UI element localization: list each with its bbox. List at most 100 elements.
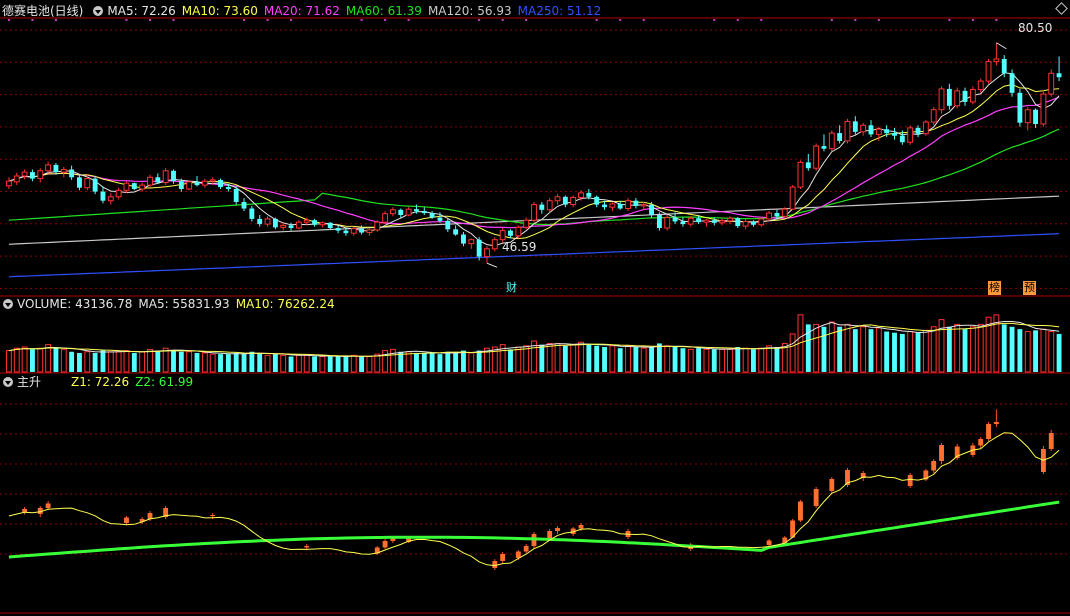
volume-bar xyxy=(789,333,796,373)
signal-bar xyxy=(500,554,506,561)
candle-body xyxy=(343,230,349,234)
chevron-down-icon[interactable] xyxy=(3,299,13,309)
finance-marker[interactable]: 财 xyxy=(505,281,518,295)
signal-bar xyxy=(22,509,28,512)
volume-bar xyxy=(546,342,553,373)
volume-bar xyxy=(335,356,341,372)
volume-bar xyxy=(703,348,710,373)
chevron-down-icon[interactable] xyxy=(93,6,104,16)
candle-body xyxy=(899,135,905,143)
candle-body xyxy=(295,221,302,229)
candle-body xyxy=(915,127,921,134)
candle-body xyxy=(350,228,357,234)
candle-body xyxy=(484,248,490,258)
volume-bar xyxy=(366,356,373,373)
candle-body xyxy=(139,184,146,190)
volume-bar xyxy=(5,350,12,373)
volume-bar xyxy=(946,326,952,372)
candle-body xyxy=(429,213,435,218)
candle-body xyxy=(453,229,459,235)
volume-bar xyxy=(178,351,184,372)
ma60-label: MA60: 61.39 xyxy=(345,4,422,18)
volume-bar xyxy=(429,352,435,372)
candle-body xyxy=(985,61,992,82)
event-dot xyxy=(760,19,763,21)
volume-bar xyxy=(312,356,317,372)
low-pointer xyxy=(486,262,498,268)
volume-bar xyxy=(758,347,765,373)
volume-bar xyxy=(186,351,193,373)
candle-body xyxy=(570,196,577,206)
candle-body xyxy=(907,127,914,143)
signal-bar xyxy=(523,546,529,552)
volume-bar xyxy=(594,345,600,372)
candle-body xyxy=(625,200,631,209)
candle-body xyxy=(171,170,176,182)
volume-bar xyxy=(218,354,223,372)
candle-body xyxy=(374,221,381,231)
high-price-label: 80.50 xyxy=(1018,21,1053,35)
ranking-marker[interactable]: 榜 xyxy=(988,281,1001,295)
candle-body xyxy=(515,226,522,237)
candle-body xyxy=(421,211,427,214)
candle-body xyxy=(539,204,545,210)
candle-body xyxy=(844,120,851,142)
volume-bar xyxy=(515,346,522,373)
volume-bar xyxy=(586,344,592,372)
event-dot xyxy=(995,19,998,21)
candle-body xyxy=(201,180,208,186)
candle-body xyxy=(774,213,780,217)
candle-body xyxy=(468,239,475,245)
candle-body xyxy=(633,200,639,206)
candle-body xyxy=(398,209,404,215)
candle-body xyxy=(672,217,678,222)
candle-body xyxy=(938,88,945,111)
candle-body xyxy=(531,204,537,221)
candle-body xyxy=(264,218,271,225)
candle-body xyxy=(123,182,130,191)
volume-bar xyxy=(461,350,466,372)
signal-bar xyxy=(986,424,991,439)
signal-bar xyxy=(304,546,310,548)
volume-bar xyxy=(60,348,67,373)
volume-bar xyxy=(139,351,146,373)
volume-bar xyxy=(272,354,278,372)
low-price-label: 46.59 xyxy=(502,240,537,254)
volume-bar xyxy=(1017,329,1023,372)
volume-bar xyxy=(554,342,561,373)
volume-bar xyxy=(445,351,451,372)
volume-bar xyxy=(233,352,239,372)
candle-body xyxy=(241,202,247,209)
candle-body xyxy=(319,222,326,226)
main-panel-header: 德赛电池(日线) MA5: 72.26 MA10: 73.60 MA20: 71… xyxy=(0,2,607,20)
candle-body xyxy=(186,181,193,190)
volume-bar xyxy=(868,329,874,372)
candle-body xyxy=(954,90,961,107)
volume-bar xyxy=(194,352,200,372)
volume-bar xyxy=(915,332,921,372)
candle-body xyxy=(742,221,749,227)
volume-bar xyxy=(977,323,984,373)
candle-body xyxy=(837,133,843,141)
chevron-down-icon[interactable] xyxy=(3,377,13,387)
candle-body xyxy=(209,179,216,182)
stock-title: 德赛电池(日线) xyxy=(2,4,84,18)
event-dot xyxy=(877,19,880,21)
candle-body xyxy=(100,191,106,201)
candle-body xyxy=(115,189,122,198)
volume-bar xyxy=(288,356,294,372)
volume-bar xyxy=(1040,328,1047,373)
signal-bar xyxy=(210,515,216,516)
volume-bar xyxy=(100,350,106,372)
forecast-marker[interactable]: 预 xyxy=(1023,281,1036,295)
volume-bar xyxy=(625,345,631,373)
volume-bar xyxy=(828,321,835,373)
candle-body xyxy=(312,220,317,225)
volume-bar xyxy=(257,352,263,372)
candle-body xyxy=(930,109,937,123)
volume-bar xyxy=(241,354,247,372)
candle-body xyxy=(53,164,59,173)
candle-body xyxy=(523,219,530,228)
volume-bar xyxy=(69,351,75,372)
volume-bar xyxy=(884,331,890,372)
